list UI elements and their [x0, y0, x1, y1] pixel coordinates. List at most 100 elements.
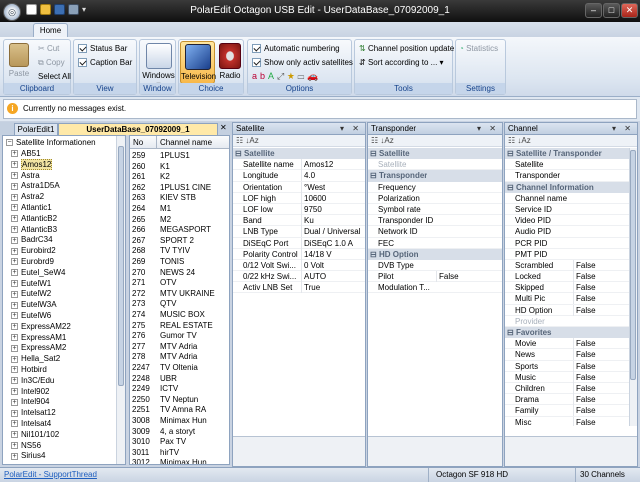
copy-button[interactable]: ⧉ Copy — [38, 58, 65, 68]
sort-category-icon[interactable]: ☷ — [508, 136, 515, 145]
text-icon[interactable]: ▭ — [298, 71, 308, 81]
channel-row[interactable]: 267 SPORT 2 — [130, 236, 229, 247]
property-row[interactable]: Skipped False — [505, 282, 629, 294]
property-row[interactable]: Pilot False — [368, 271, 502, 283]
property-row[interactable]: LOF low 9750 — [233, 203, 365, 216]
tree-item[interactable]: + In3C/Edu — [11, 376, 54, 387]
channel-row[interactable]: 274 MUSIC BOX — [130, 310, 229, 321]
channel-row[interactable]: 3008 Minimax Hun — [130, 416, 229, 427]
property-row[interactable]: Service ID — [505, 204, 629, 216]
expand-icon[interactable]: + — [11, 258, 18, 266]
channel-row[interactable]: 278 MTV Adria — [130, 352, 229, 363]
tree-item[interactable]: + AtlanticB2 — [11, 214, 57, 225]
property-category[interactable]: ⊟ Channel Information — [505, 181, 629, 193]
column-no[interactable]: No — [133, 136, 143, 149]
channel-row[interactable]: 276 Gumor TV — [130, 331, 229, 342]
channel-row[interactable]: 268 TV TYIV — [130, 246, 229, 257]
property-row[interactable]: Provider — [505, 316, 629, 327]
tree-item[interactable]: + EutelW3A — [11, 300, 57, 311]
property-value[interactable]: False — [573, 259, 596, 271]
tree-item[interactable]: + Astra2 — [11, 192, 44, 203]
property-value[interactable]: 0 Volt — [301, 259, 324, 271]
tree-item[interactable]: + NS56 — [11, 441, 41, 452]
sort-according-button[interactable]: ⇵ Sort according to ... ▾ — [359, 58, 444, 67]
property-row[interactable]: Sports False — [505, 360, 629, 372]
collapse-icon[interactable]: ⊟ — [507, 183, 516, 192]
status-bar-checkbox[interactable] — [78, 44, 87, 54]
property-row[interactable]: Channel name — [505, 193, 629, 204]
tree-item[interactable]: + ExpressAM2 — [11, 343, 66, 354]
property-category[interactable]: ⊟ Satellite — [368, 148, 502, 160]
channel-row[interactable]: 265 M2 — [130, 215, 229, 226]
property-row[interactable]: Video PID — [505, 215, 629, 227]
tree-item[interactable]: + ExpressAM1 — [11, 333, 66, 344]
expand-icon[interactable]: + — [11, 150, 18, 158]
collapse-icon[interactable]: ⊟ — [507, 149, 516, 158]
sort-category-icon[interactable]: ☷ — [236, 136, 243, 145]
panel-pin-icon[interactable]: ▾ ✕ — [612, 123, 634, 135]
property-value[interactable]: AUTO — [301, 271, 326, 283]
collapse-icon[interactable]: ⊟ — [235, 149, 244, 158]
tree-item[interactable]: + Astra — [11, 171, 40, 182]
tree-item[interactable]: + EutelW6 — [11, 311, 51, 322]
tree-item[interactable]: + AtlanticB3 — [11, 225, 57, 236]
paste-button[interactable]: Paste — [7, 43, 31, 78]
property-row[interactable]: Symbol rate — [368, 204, 502, 216]
collapse-icon[interactable]: − — [6, 139, 13, 147]
property-row[interactable]: Multi Pic False — [505, 293, 629, 305]
support-thread-link[interactable]: PolarEdit - SupportThread — [4, 468, 97, 482]
channel-row[interactable]: 2251 TV Amna RA — [130, 405, 229, 416]
column-channel-name[interactable]: Channel name — [160, 136, 212, 149]
property-value[interactable]: Amos12 — [301, 159, 333, 171]
property-value[interactable]: True — [301, 282, 320, 294]
property-value[interactable]: False — [573, 371, 596, 383]
expand-icon[interactable]: + — [11, 171, 18, 179]
property-value[interactable]: False — [573, 282, 596, 294]
property-value[interactable]: 9750 — [301, 203, 322, 215]
channel-row[interactable]: 2247 TV Oltenia — [130, 363, 229, 374]
expand-icon[interactable]: + — [11, 452, 18, 460]
property-value[interactable]: False — [573, 304, 596, 316]
channel-position-update-button[interactable]: ⇅ Channel position update — [359, 44, 454, 53]
property-category[interactable]: ⊟ Satellite — [233, 148, 365, 160]
tree-item[interactable]: + Intelsat12 — [11, 408, 56, 419]
expand-icon[interactable]: + — [11, 420, 18, 428]
property-row[interactable]: Network ID — [368, 226, 502, 238]
channel-row[interactable]: 263 KIEV STB — [130, 193, 229, 204]
channel-row[interactable]: 264 M1 — [130, 204, 229, 215]
channel-row[interactable]: 266 MEGASPORT — [130, 225, 229, 236]
channel-list[interactable]: No Channel name 259 1PLUS1 260 K1 261 K2 262 1P… — [129, 135, 230, 465]
property-row[interactable]: Orientation °West — [233, 181, 365, 193]
tree-item[interactable]: + BadrC34 — [11, 235, 53, 246]
expand-icon[interactable]: + — [11, 431, 18, 439]
channel-panel-scrollbar[interactable] — [629, 148, 637, 426]
panel-pin-icon[interactable]: ▾ ✕ — [340, 123, 362, 135]
channel-row[interactable]: 273 QTV — [130, 299, 229, 310]
property-row[interactable]: HD Option False — [505, 304, 629, 316]
property-value[interactable]: False — [573, 338, 596, 350]
tree-item[interactable]: + Eurobird2 — [11, 246, 56, 257]
property-row[interactable]: Audio PID — [505, 226, 629, 238]
television-button[interactable]: Television — [180, 41, 216, 84]
cut-button[interactable]: ✂ Cut — [38, 44, 59, 53]
property-row[interactable]: Scrambled False — [505, 259, 629, 272]
channel-row[interactable]: 269 TONIS — [130, 257, 229, 268]
expand-icon[interactable]: + — [11, 215, 18, 223]
property-value[interactable]: False — [573, 405, 596, 417]
property-row[interactable]: Frequency — [368, 182, 502, 193]
property-value[interactable]: 10600 — [301, 192, 326, 204]
expand-icon[interactable]: + — [11, 344, 18, 352]
property-row[interactable]: DiSEqC Port DiSEqC 1.0 A — [233, 237, 365, 249]
channel-row[interactable]: 275 REAL ESTATE — [130, 321, 229, 332]
channel-row[interactable]: 272 MTV UKRAINE — [130, 289, 229, 300]
auto-numbering-checkbox[interactable] — [252, 44, 261, 54]
property-row[interactable]: Misc False — [505, 416, 629, 426]
tree-item[interactable]: + Amos12 — [11, 158, 53, 171]
sort-alpha-icon[interactable]: ↓Az — [517, 136, 530, 145]
sort-alpha-icon[interactable]: ↓Az — [380, 136, 393, 145]
property-row[interactable]: Drama False — [505, 394, 629, 406]
status-bar-toggle[interactable]: Status Bar — [78, 44, 127, 54]
property-row[interactable]: Modulation T... — [368, 282, 502, 294]
tab-polaredit1[interactable]: PolarEdit1 — [14, 123, 58, 135]
expand-icon[interactable]: + — [11, 225, 18, 233]
